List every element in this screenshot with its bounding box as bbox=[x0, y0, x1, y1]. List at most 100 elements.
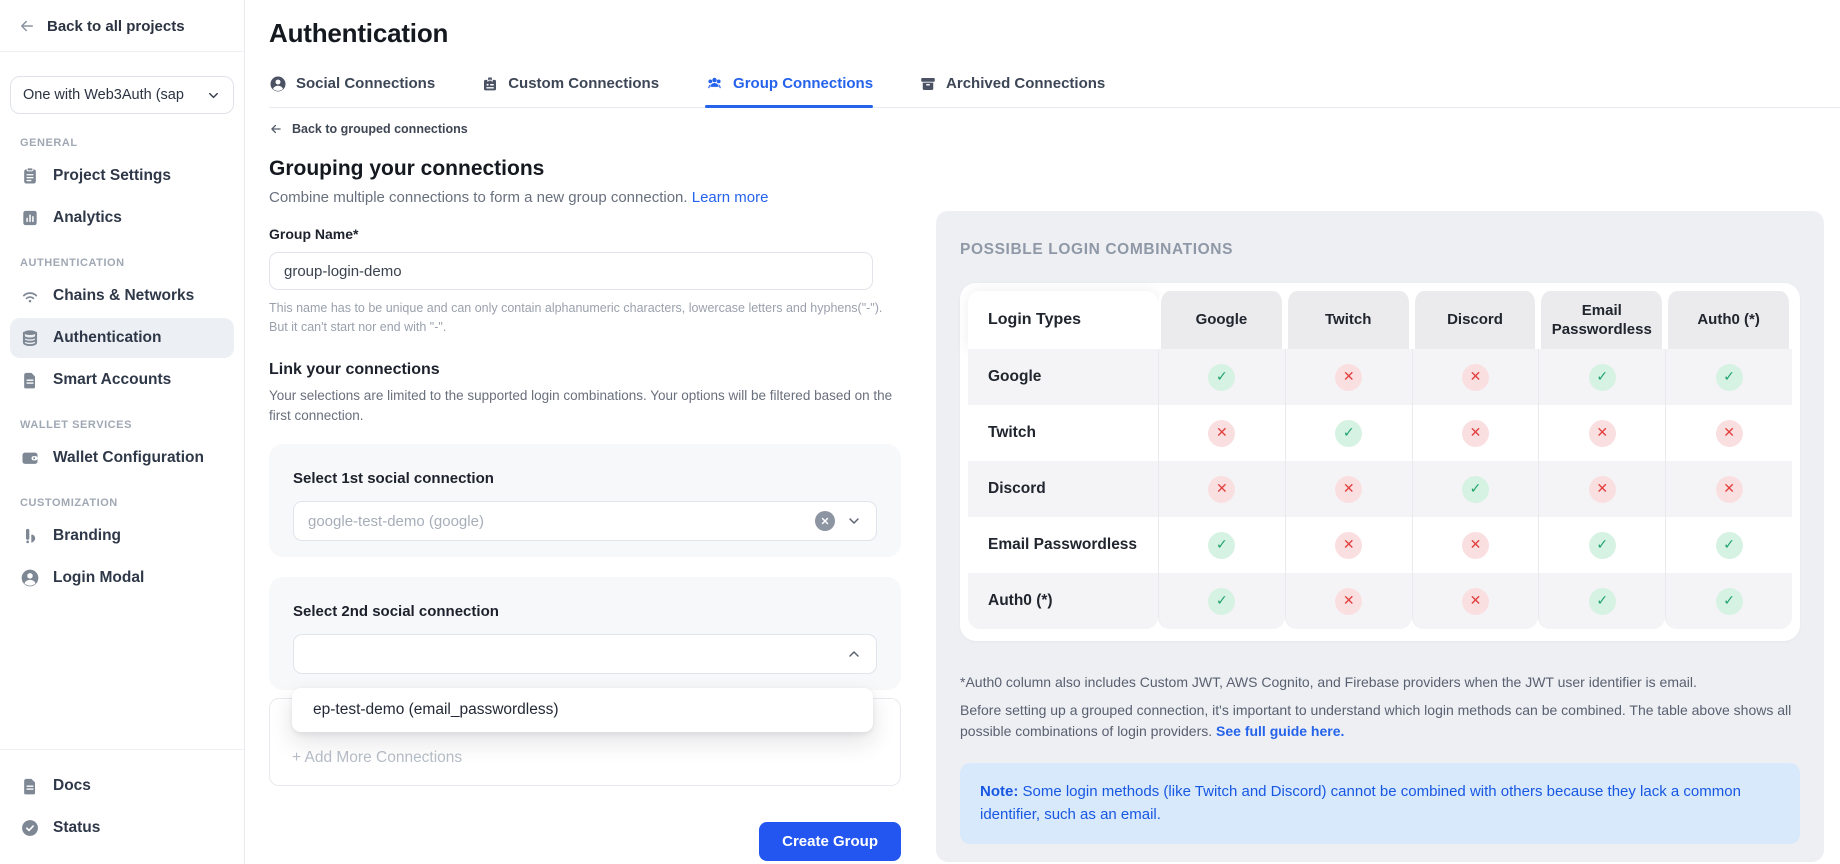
form-title: Grouping your connections bbox=[269, 157, 901, 181]
note-box: Note: Some login methods (like Twitch an… bbox=[960, 763, 1800, 844]
project-selector-value: One with Web3Auth (sap bbox=[23, 87, 184, 103]
cross-icon: ✕ bbox=[1335, 532, 1362, 559]
clear-icon[interactable] bbox=[815, 511, 835, 531]
column-header-login-types: Login Types bbox=[968, 291, 1158, 349]
sidebar-item-authentication[interactable]: Authentication bbox=[10, 318, 234, 358]
table-row: Google✓✕✕✓✓ bbox=[968, 349, 1792, 405]
sidebar-item-analytics[interactable]: Analytics bbox=[10, 198, 234, 238]
connection-dropdown: ep-test-demo (email_passwordless) bbox=[292, 688, 873, 732]
cross-icon: ✕ bbox=[1716, 476, 1743, 503]
tab-archived-connections[interactable]: Archived Connections bbox=[919, 74, 1105, 107]
check-icon: ✓ bbox=[1716, 364, 1743, 391]
sidebar-item-label: Smart Accounts bbox=[53, 371, 171, 389]
cross-icon: ✕ bbox=[1462, 588, 1489, 615]
combination-cell: ✕ bbox=[1538, 461, 1665, 517]
sidebar-item-docs[interactable]: Docs bbox=[10, 766, 234, 806]
combination-cell: ✓ bbox=[1538, 517, 1665, 573]
badge-icon bbox=[481, 75, 499, 93]
combinations-heading: POSSIBLE LOGIN COMBINATIONS bbox=[960, 241, 1800, 259]
group-name-help: This name has to be unique and can only … bbox=[269, 299, 889, 338]
combinations-table: Login Types Google Twitch Discord Email … bbox=[968, 291, 1792, 629]
check-icon: ✓ bbox=[1716, 532, 1743, 559]
cross-icon: ✕ bbox=[1589, 476, 1616, 503]
cross-icon: ✕ bbox=[1462, 420, 1489, 447]
combinations-table-body: Google✓✕✕✓✓Twitch✕✓✕✕✕Discord✕✕✓✕✕Email … bbox=[968, 349, 1792, 629]
user-circle-icon bbox=[269, 75, 287, 93]
sidebar: Back to all projects One with Web3Auth (… bbox=[0, 0, 245, 864]
check-icon: ✓ bbox=[1589, 588, 1616, 615]
main-content: Authentication Social Connections Custom… bbox=[245, 0, 1840, 864]
archive-icon bbox=[919, 75, 937, 93]
chevron-up-icon[interactable] bbox=[846, 646, 862, 662]
second-connection-select[interactable] bbox=[293, 634, 877, 674]
check-circle-icon bbox=[20, 818, 40, 838]
sidebar-item-wallet-configuration[interactable]: Wallet Configuration bbox=[10, 438, 234, 478]
sidebar-item-label: Authentication bbox=[53, 329, 162, 347]
table-row: Twitch✕✓✕✕✕ bbox=[968, 405, 1792, 461]
project-selector[interactable]: One with Web3Auth (sap bbox=[10, 76, 234, 114]
combination-cell: ✕ bbox=[1285, 461, 1412, 517]
sidebar-item-branding[interactable]: Branding bbox=[10, 516, 234, 556]
link-connections-description: Your selections are limited to the suppo… bbox=[269, 386, 897, 427]
combination-cell: ✓ bbox=[1158, 517, 1285, 573]
combination-cell: ✓ bbox=[1285, 405, 1412, 461]
chevron-down-icon[interactable] bbox=[846, 513, 862, 529]
group-name-input[interactable] bbox=[269, 252, 873, 290]
full-guide-link[interactable]: See full guide here. bbox=[1216, 723, 1344, 739]
sidebar-item-label: Login Modal bbox=[53, 569, 144, 587]
row-label: Google bbox=[968, 349, 1158, 405]
section-label-wallet-services: WALLET SERVICES bbox=[20, 419, 224, 431]
tab-social-connections[interactable]: Social Connections bbox=[269, 74, 435, 107]
sidebar-item-label: Project Settings bbox=[53, 167, 171, 185]
combination-cell: ✕ bbox=[1412, 517, 1539, 573]
cross-icon: ✕ bbox=[1716, 420, 1743, 447]
sidebar-item-status[interactable]: Status bbox=[10, 808, 234, 848]
sidebar-item-chains-networks[interactable]: Chains & Networks bbox=[10, 276, 234, 316]
document-icon bbox=[20, 370, 40, 390]
sidebar-item-login-modal[interactable]: Login Modal bbox=[10, 558, 234, 598]
learn-more-link[interactable]: Learn more bbox=[692, 189, 769, 206]
sidebar-item-smart-accounts[interactable]: Smart Accounts bbox=[10, 360, 234, 400]
table-row: Auth0 (*)✓✕✕✓✓ bbox=[968, 573, 1792, 629]
section-label-authentication: AUTHENTICATION bbox=[20, 257, 224, 269]
back-to-projects-link[interactable]: Back to all projects bbox=[18, 17, 226, 35]
chevron-down-icon bbox=[206, 88, 221, 103]
combination-cell: ✕ bbox=[1285, 517, 1412, 573]
tab-group-connections[interactable]: Group Connections bbox=[705, 74, 873, 107]
login-combinations-panel: POSSIBLE LOGIN COMBINATIONS Login Types … bbox=[936, 211, 1824, 862]
tab-label: Custom Connections bbox=[508, 75, 659, 92]
user-circle-icon bbox=[20, 568, 40, 588]
combination-cell: ✓ bbox=[1665, 573, 1792, 629]
guide-footnote: Before setting up a grouped connection, … bbox=[960, 700, 1800, 742]
sidebar-item-label: Wallet Configuration bbox=[53, 449, 204, 467]
combination-cell: ✓ bbox=[1412, 461, 1539, 517]
tab-label: Group Connections bbox=[733, 75, 873, 92]
wallet-icon bbox=[20, 448, 40, 468]
sidebar-footer: Docs Status bbox=[0, 749, 244, 864]
dropdown-option-ep-test-demo[interactable]: ep-test-demo (email_passwordless) bbox=[292, 688, 873, 732]
row-label: Twitch bbox=[968, 405, 1158, 461]
database-icon bbox=[20, 328, 40, 348]
link-connections-title: Link your connections bbox=[269, 361, 901, 379]
tab-label: Social Connections bbox=[296, 75, 435, 92]
tab-custom-connections[interactable]: Custom Connections bbox=[481, 74, 659, 107]
first-connection-select[interactable]: google-test-demo (google) bbox=[293, 501, 877, 541]
combination-cell: ✕ bbox=[1412, 349, 1539, 405]
cross-icon: ✕ bbox=[1208, 476, 1235, 503]
combination-cell: ✕ bbox=[1538, 405, 1665, 461]
group-name-label: Group Name* bbox=[269, 226, 901, 242]
combination-cell: ✕ bbox=[1158, 461, 1285, 517]
create-group-button[interactable]: Create Group bbox=[759, 822, 901, 861]
note-label: Note: bbox=[980, 783, 1018, 800]
second-connection-card: Select 2nd social connection bbox=[269, 577, 901, 690]
sidebar-item-label: Status bbox=[53, 819, 100, 837]
section-label-general: GENERAL bbox=[20, 137, 224, 149]
sidebar-item-project-settings[interactable]: Project Settings bbox=[10, 156, 234, 196]
table-row: Discord✕✕✓✕✕ bbox=[968, 461, 1792, 517]
select-second-label: Select 2nd social connection bbox=[293, 603, 877, 620]
back-to-grouped-link[interactable]: Back to grouped connections bbox=[269, 122, 901, 136]
check-icon: ✓ bbox=[1589, 364, 1616, 391]
cross-icon: ✕ bbox=[1335, 588, 1362, 615]
first-connection-value: google-test-demo (google) bbox=[308, 513, 484, 530]
document-icon bbox=[20, 776, 40, 796]
